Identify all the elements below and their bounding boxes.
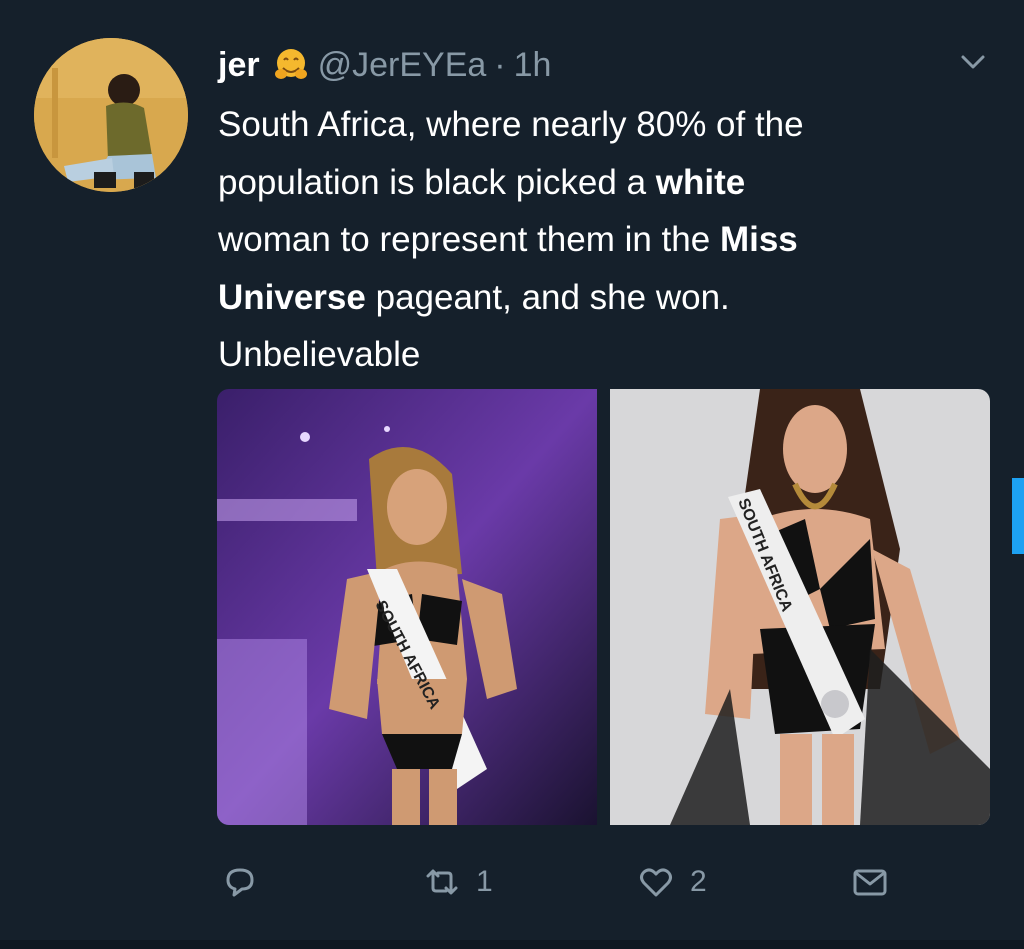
tweet-media: SOUTH AFRICA SOUTH AFRICA [217,389,990,825]
separator-dot: · [494,45,506,84]
reply-button[interactable] [220,855,260,909]
tweet-timestamp[interactable]: 1h [514,46,552,85]
retweet-button[interactable]: 1 [422,855,493,909]
scroll-indicator[interactable] [1012,478,1024,554]
reply-icon [226,868,254,897]
photo-pageant-contestant-studio[interactable]: SOUTH AFRICA [610,389,990,825]
divider [0,940,1024,949]
avatar[interactable] [34,38,188,192]
hugging-face-emoji-icon [272,46,310,84]
avatar-image [34,38,188,192]
heart-icon [640,868,672,897]
tweet-text-line: population is black picked a white [218,162,746,202]
author-handle[interactable]: @JerEYEa [318,46,487,85]
tweet-text-line: Unbelievable [218,335,421,374]
tweet-text-line: woman to represent them in the Miss [218,220,798,259]
retweet-icon [426,869,458,895]
tweet-text-line: South Africa, where nearly 80% of the [218,105,804,144]
chevron-down-icon[interactable] [956,50,990,74]
tweet-header: jer @JerEYEa · 1h [218,40,551,90]
direct-message-button[interactable] [850,855,890,909]
tweet-text: South Africa, where nearly 80% of the po… [218,96,978,384]
retweet-count: 1 [476,865,493,898]
author-name[interactable]: jer [218,46,260,85]
tweet-actions: 1 2 [218,855,898,909]
photo-pageant-contestant-stage[interactable]: SOUTH AFRICA [217,389,597,825]
like-button[interactable]: 2 [636,855,707,909]
tweet-text-line: Universe pageant, and she won. [218,277,730,317]
like-count: 2 [690,865,707,898]
envelope-icon [853,869,887,896]
tweet-card: jer @JerEYEa · 1h South Africa, where ne… [0,0,1024,949]
